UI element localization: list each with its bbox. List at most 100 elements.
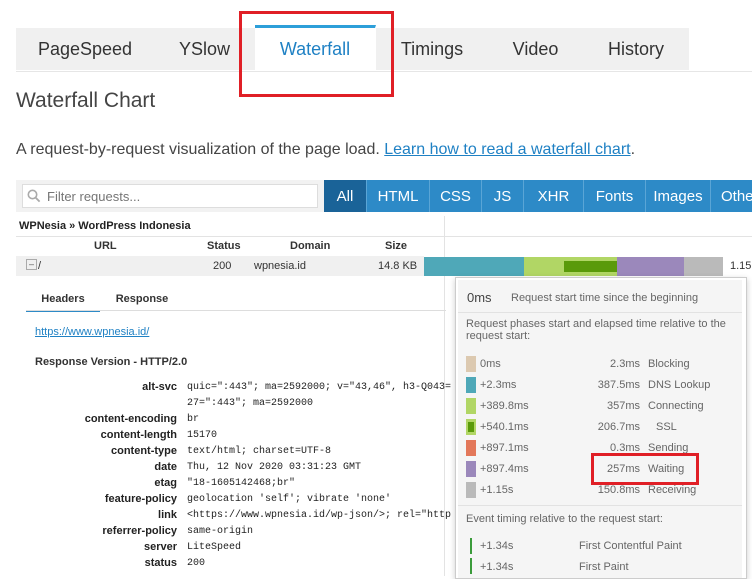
subtitle-end: . <box>630 141 636 158</box>
header-value: same-origin <box>187 526 254 537</box>
phase-swatch-sending <box>466 440 476 456</box>
tab-bar: PageSpeed YSlow Waterfall Timings Video … <box>16 25 752 72</box>
filter-images-button[interactable]: Images <box>645 180 710 212</box>
phase-start: +2.3ms <box>480 379 517 391</box>
details-tab-response[interactable]: Response <box>102 288 182 310</box>
header-key: status <box>144 557 177 569</box>
waterfall-time-label: 1.15 <box>730 260 752 272</box>
header-key: server <box>143 541 177 553</box>
col-header-domain[interactable]: Domain <box>290 240 330 252</box>
filter-html-button[interactable]: HTML <box>366 180 429 212</box>
phase-duration: 2.3ms <box>610 358 640 370</box>
details-url-link[interactable]: https://www.wpnesia.id/ <box>35 326 149 338</box>
page-subtitle: A request-by-request visualization of th… <box>16 141 635 159</box>
event-name: First Contentful Paint <box>579 540 682 552</box>
header-key: date <box>154 461 177 473</box>
tab-label: PageSpeed <box>37 38 133 59</box>
header-value: <https://www.wpnesia.id/wp-json/>; rel="… <box>187 510 452 521</box>
header-value: 200 <box>187 558 206 569</box>
phase-name: Blocking <box>648 358 690 370</box>
learn-waterfall-link[interactable]: Learn how to read a waterfall chart <box>384 141 630 158</box>
tab-history[interactable]: History <box>583 28 690 70</box>
response-version: Response Version - HTTP/2.0 <box>35 356 188 368</box>
header-value: Thu, 12 Nov 2020 03:31:23 GMT <box>187 462 362 473</box>
phase-swatch-waiting <box>466 461 476 477</box>
waterfall-bar-receiving[interactable] <box>684 257 723 276</box>
tab-waterfall[interactable]: Waterfall <box>255 25 376 71</box>
filter-js-button[interactable]: JS <box>481 180 523 212</box>
tab-label: Waterfall <box>279 39 351 59</box>
tooltip-start-desc: Request start time since the beginning <box>511 292 699 304</box>
filter-input-wrapper <box>22 184 318 208</box>
tab-pagespeed[interactable]: PageSpeed <box>16 28 155 70</box>
phase-name: Waiting <box>648 463 685 475</box>
header-value: text/html; charset=UTF-8 <box>187 446 332 457</box>
header-key: content-type <box>111 445 177 457</box>
waterfall-bar-waiting[interactable] <box>617 257 684 276</box>
filter-requests-input[interactable] <box>45 187 309 205</box>
header-key: etag <box>154 477 177 489</box>
header-value: quic=":443"; ma=2592000; v="43,46", h3-Q… <box>187 382 452 393</box>
header-key: alt-svc <box>142 381 177 393</box>
tooltip-divider <box>458 312 742 313</box>
tab-video[interactable]: Video <box>488 28 584 70</box>
event-marker-fcp <box>470 538 472 554</box>
header-value: LiteSpeed <box>187 542 242 553</box>
phase-duration: 206.7ms <box>597 421 640 433</box>
row-toggle-icon[interactable]: – <box>26 259 37 270</box>
phase-start: +540.1ms <box>480 421 529 433</box>
tab-label: Timings <box>400 38 464 59</box>
phase-duration: 357ms <box>606 400 640 412</box>
filter-xhr-button[interactable]: XHR <box>523 180 583 212</box>
event-time: +1.34s <box>480 561 514 573</box>
phase-duration: 387.5ms <box>597 379 640 391</box>
phase-name: Receiving <box>648 484 697 496</box>
header-value-continued: 27=":443"; ma=2592000 <box>187 398 314 409</box>
phase-name: DNS Lookup <box>648 379 711 391</box>
row-status: 200 <box>213 260 232 272</box>
header-value: "18-1605142468;br" <box>187 478 296 489</box>
search-icon <box>23 185 45 207</box>
col-header-size[interactable]: Size <box>385 240 407 252</box>
tooltip-phases-desc: Request phases start and elapsed time re… <box>466 318 726 342</box>
filter-css-button[interactable]: CSS <box>429 180 481 212</box>
tab-yslow[interactable]: YSlow <box>154 28 256 70</box>
row-url[interactable]: / <box>38 260 41 272</box>
subtitle-text: A request-by-request visualization of th… <box>16 141 385 158</box>
col-header-status[interactable]: Status <box>207 240 241 252</box>
phase-start: +897.1ms <box>480 442 529 454</box>
filter-fonts-button[interactable]: Fonts <box>583 180 645 212</box>
table-divider <box>16 236 752 237</box>
waterfall-bar-dns[interactable] <box>424 257 524 276</box>
phase-swatch-receiving <box>466 482 476 498</box>
phase-name: Sending <box>648 442 689 454</box>
filter-all-button[interactable]: All <box>324 180 366 212</box>
phase-name: Connecting <box>648 400 704 412</box>
row-domain: wpnesia.id <box>254 260 306 272</box>
phase-duration: 150.8ms <box>597 484 640 496</box>
event-time: +1.34s <box>480 540 514 552</box>
filter-bar: All HTML CSS JS XHR Fonts Images Othe <box>16 180 752 212</box>
header-key: content-encoding <box>84 413 177 425</box>
header-key: referrer-policy <box>102 525 177 537</box>
phase-start: +1.15s <box>480 484 514 496</box>
phase-swatch-connecting <box>466 398 476 414</box>
tab-label: History <box>607 38 664 59</box>
phase-swatch-dns <box>466 377 476 393</box>
col-header-url[interactable]: URL <box>94 240 117 252</box>
tooltip-start-value: 0ms <box>467 290 492 305</box>
header-key: link <box>158 509 177 521</box>
phase-swatch-ssl <box>468 422 474 432</box>
header-value: br <box>187 414 200 425</box>
details-tab-divider <box>26 310 446 311</box>
tooltip-event-desc: Event timing relative to the request sta… <box>466 513 663 525</box>
tab-timings[interactable]: Timings <box>376 28 489 70</box>
phase-duration: 0.3ms <box>610 442 640 454</box>
filter-other-button[interactable]: Othe <box>710 180 752 212</box>
tab-label: YSlow <box>178 38 231 59</box>
waterfall-bar-ssl[interactable] <box>564 261 618 272</box>
phase-start: +897.4ms <box>480 463 529 475</box>
phase-swatch-blocking <box>466 356 476 372</box>
details-tab-headers[interactable]: Headers <box>26 288 100 312</box>
header-key: content-length <box>100 429 177 441</box>
